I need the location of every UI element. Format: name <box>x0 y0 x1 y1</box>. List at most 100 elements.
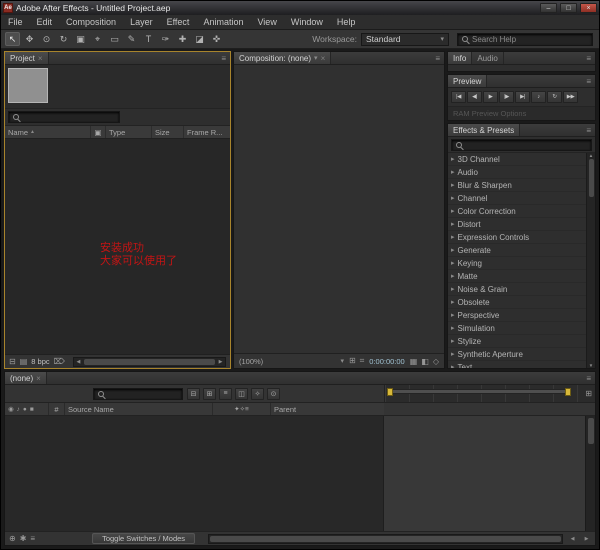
timeline-view-option-icon[interactable]: ≡ <box>219 387 232 400</box>
effect-category-row[interactable]: ▸ Obsolete <box>448 296 586 309</box>
column-frame-rate[interactable]: Frame R... <box>184 126 230 138</box>
column-type[interactable]: Type <box>106 126 152 138</box>
viewport-option-icon[interactable]: ◇ <box>433 357 439 366</box>
tool-button[interactable]: ▭ <box>107 32 122 46</box>
tab-info[interactable]: Info <box>448 52 473 64</box>
effects-vertical-scrollbar[interactable]: ▲ ▼ <box>586 153 595 368</box>
tool-button[interactable]: ✚ <box>175 32 190 46</box>
work-area-end-handle[interactable] <box>565 388 571 396</box>
tab-composition[interactable]: Composition: (none) ▾ × <box>234 52 332 64</box>
effect-category-row[interactable]: ▸ Channel <box>448 192 586 205</box>
expand-arrow-icon[interactable]: ▸ <box>451 337 455 345</box>
solo-icon[interactable]: ● <box>23 406 27 413</box>
column-name[interactable]: Name ▲ <box>5 126 91 138</box>
timeline-view-option-icon[interactable]: ⊟ <box>187 387 200 400</box>
viewport-option-icon[interactable]: ◧ <box>421 357 429 366</box>
expand-arrow-icon[interactable]: ▸ <box>451 181 455 189</box>
project-search-input[interactable] <box>23 112 119 122</box>
column-size[interactable]: Size <box>152 126 184 138</box>
tab-project[interactable]: Project × <box>5 52 49 64</box>
menu-item[interactable]: Effect <box>160 15 197 30</box>
effect-category-row[interactable]: ▸ Blur & Sharpen <box>448 179 586 192</box>
transport-button[interactable]: ◀| <box>467 91 482 103</box>
tab-timeline-none[interactable]: (none) × <box>5 372 47 384</box>
scrollbar-thumb[interactable] <box>587 418 594 444</box>
viewport-option-icon[interactable]: ⊞ <box>349 356 356 366</box>
close-button[interactable]: × <box>580 3 597 13</box>
audio-icon[interactable]: ♪ <box>17 406 20 413</box>
scroll-down-icon[interactable]: ▼ <box>589 363 593 368</box>
transport-button[interactable]: |◀ <box>451 91 466 103</box>
expand-arrow-icon[interactable]: ▸ <box>451 350 455 358</box>
tab-close-icon[interactable]: × <box>321 54 326 63</box>
timeline-search-input[interactable] <box>108 389 182 398</box>
effect-category-row[interactable]: ▸ Audio <box>448 166 586 179</box>
expand-arrow-icon[interactable]: ▸ <box>451 194 455 202</box>
tool-button[interactable]: ⊙ <box>39 32 54 46</box>
composition-viewport[interactable] <box>234 65 444 353</box>
tool-button[interactable]: ✥ <box>22 32 37 46</box>
expand-arrow-icon[interactable]: ▸ <box>451 285 455 293</box>
tab-effects-presets[interactable]: Effects & Presets <box>448 124 521 136</box>
menu-item[interactable]: Edit <box>30 15 60 30</box>
color-depth-label[interactable]: 8 bpc <box>31 357 49 366</box>
transport-button[interactable]: ♪ <box>531 91 546 103</box>
tool-button[interactable]: ✑ <box>158 32 173 46</box>
effect-category-row[interactable]: ▸ Expression Controls <box>448 231 586 244</box>
comp-button-icon[interactable]: ⊞ <box>585 389 592 398</box>
interpret-footage-icon[interactable]: ⊟ <box>9 357 16 366</box>
scroll-up-icon[interactable]: ▲ <box>589 153 593 158</box>
viewport-option-icon[interactable]: ⌗ <box>360 356 365 366</box>
transport-button[interactable]: ▶▶ <box>563 91 578 103</box>
tool-button[interactable]: T <box>141 32 156 46</box>
expand-arrow-icon[interactable]: ▸ <box>451 311 455 319</box>
panel-menu-icon[interactable]: ≡ <box>582 124 595 136</box>
tool-button[interactable]: ⌖ <box>90 32 105 46</box>
panel-menu-icon[interactable]: ≡ <box>582 52 595 64</box>
timeline-search-box[interactable] <box>93 387 183 400</box>
expand-arrow-icon[interactable]: ▸ <box>451 324 455 332</box>
effect-category-row[interactable]: ▸ Text <box>448 361 586 369</box>
viewport-option-icon[interactable]: ▦ <box>410 357 418 366</box>
scrollbar-thumb[interactable] <box>83 358 215 365</box>
expand-arrow-icon[interactable]: ▸ <box>451 155 455 163</box>
project-horizontal-scrollbar[interactable]: ◀ ▶ <box>72 356 226 367</box>
column-layer-number[interactable]: # <box>49 403 65 415</box>
scroll-right-icon[interactable]: ▶ <box>582 536 591 542</box>
effect-category-row[interactable]: ▸ Color Correction <box>448 205 586 218</box>
effect-category-row[interactable]: ▸ Synthetic Aperture <box>448 348 586 361</box>
transport-button[interactable]: ▶ <box>483 91 498 103</box>
expand-arrow-icon[interactable]: ▸ <box>451 246 455 254</box>
effect-category-row[interactable]: ▸ Noise & Grain <box>448 283 586 296</box>
lock-icon[interactable]: ■ <box>30 406 34 413</box>
menu-item[interactable]: File <box>1 15 30 30</box>
timeline-footer-icon[interactable]: ⊕ <box>9 534 16 543</box>
panel-menu-icon[interactable]: ≡ <box>217 52 230 64</box>
effects-search-input[interactable] <box>466 140 591 149</box>
menu-item[interactable]: Composition <box>59 15 123 30</box>
expand-arrow-icon[interactable]: ▸ <box>451 233 455 241</box>
help-search-input[interactable] <box>472 34 592 44</box>
tool-button[interactable]: ✎ <box>124 32 139 46</box>
toggle-switches-modes-button[interactable]: Toggle Switches / Modes <box>92 533 196 544</box>
tool-button[interactable]: ↖ <box>5 32 20 46</box>
timeline-footer-icon[interactable]: ✱ <box>20 534 27 543</box>
effect-category-row[interactable]: ▸ Matte <box>448 270 586 283</box>
new-folder-icon[interactable]: ▤ <box>20 357 28 366</box>
eye-icon[interactable]: ◉ <box>8 405 14 413</box>
expand-arrow-icon[interactable]: ▸ <box>451 259 455 267</box>
transport-button[interactable]: |▶ <box>499 91 514 103</box>
column-switches-icon[interactable]: ✦✧≡ <box>213 403 271 415</box>
column-parent[interactable]: Parent <box>271 403 384 415</box>
scrollbar-thumb[interactable] <box>210 535 561 542</box>
maximize-button[interactable]: □ <box>560 3 577 13</box>
expand-arrow-icon[interactable]: ▸ <box>451 207 455 215</box>
expand-arrow-icon[interactable]: ▸ <box>451 298 455 306</box>
effect-category-row[interactable]: ▸ Generate <box>448 244 586 257</box>
timeline-vertical-scrollbar[interactable] <box>585 416 595 531</box>
track-lanes-area[interactable] <box>384 416 585 531</box>
menu-item[interactable]: Animation <box>196 15 250 30</box>
menu-item[interactable]: Layer <box>123 15 160 30</box>
effect-category-row[interactable]: ▸ Simulation <box>448 322 586 335</box>
expand-arrow-icon[interactable]: ▸ <box>451 363 455 368</box>
